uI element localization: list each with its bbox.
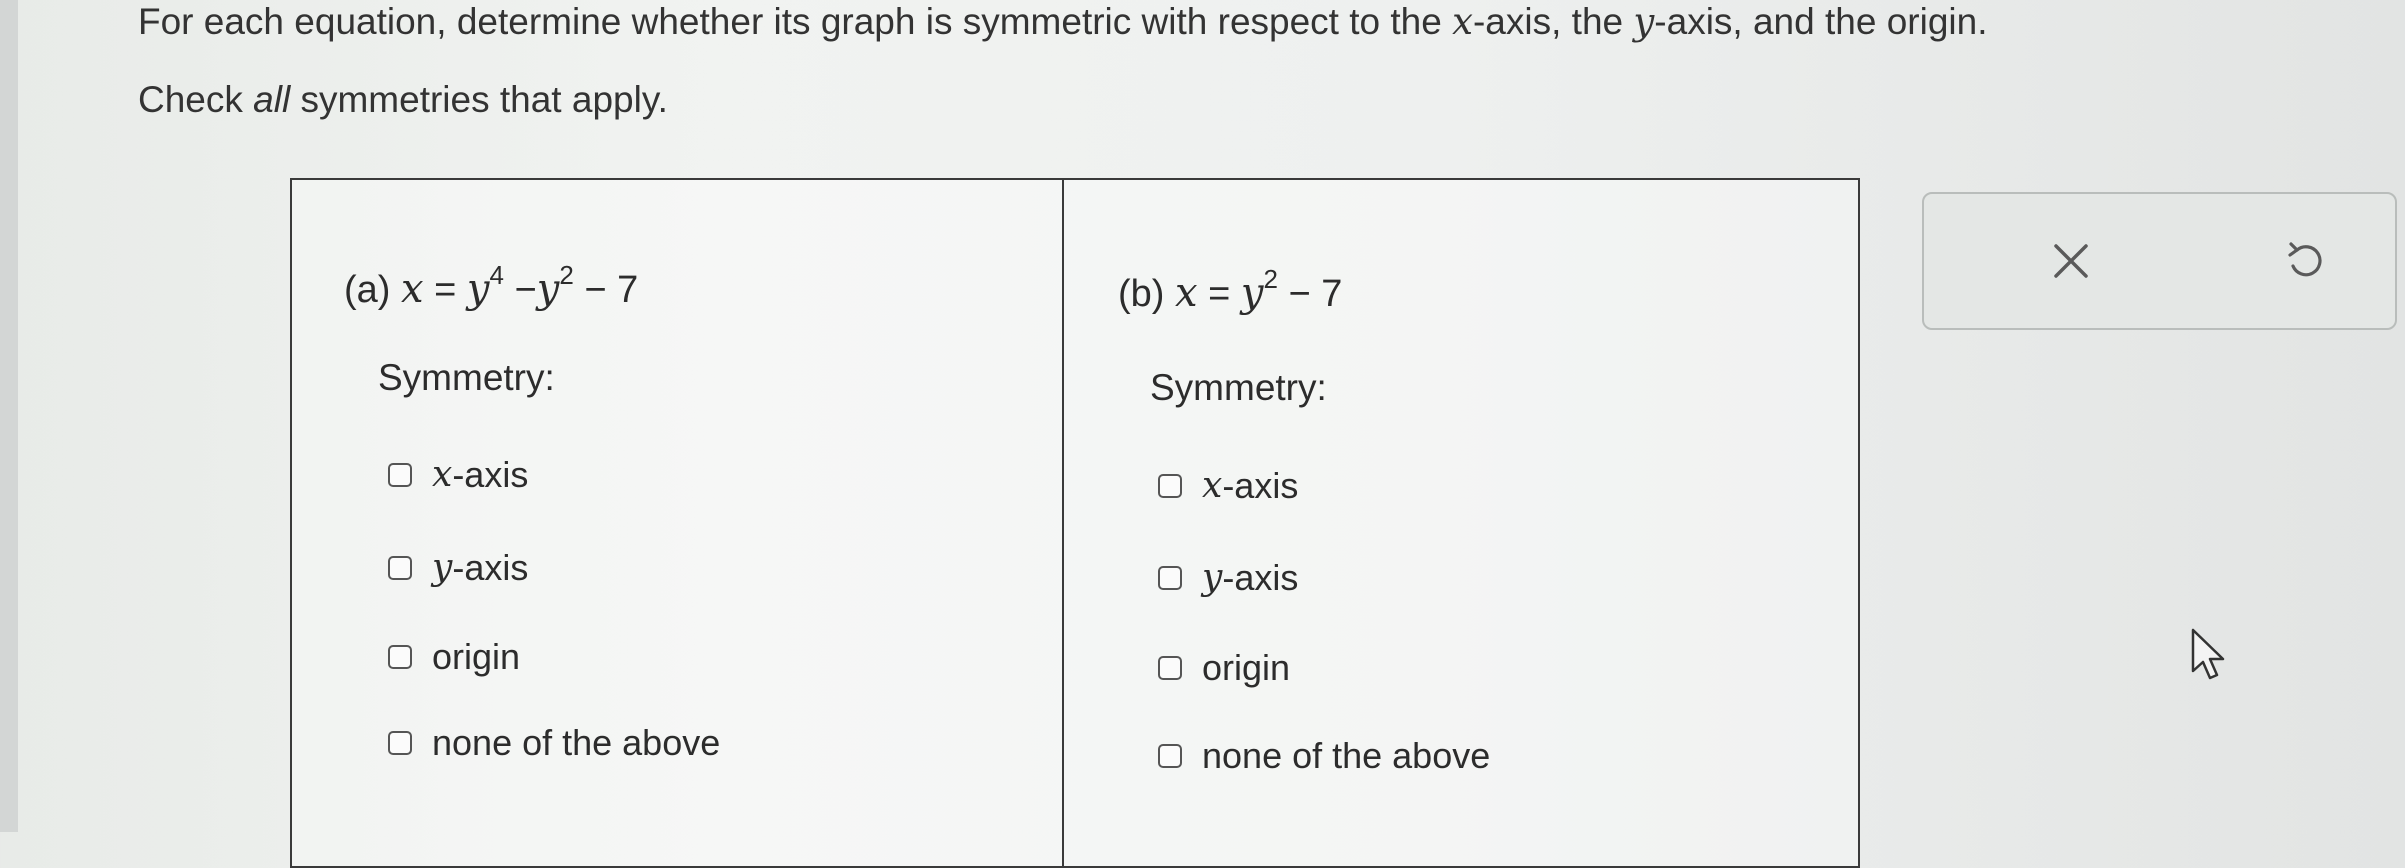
option-a-origin[interactable]: origin	[388, 635, 520, 679]
checkbox[interactable]	[1158, 656, 1182, 680]
checkbox[interactable]	[1158, 566, 1182, 590]
checkbox[interactable]	[388, 463, 412, 487]
answer-toolbar	[1922, 192, 2397, 330]
close-icon	[2054, 244, 2088, 278]
checkbox[interactable]	[1158, 474, 1182, 498]
equation-b: (b) x = y2 − 7	[1118, 264, 1343, 316]
option-b-none[interactable]: none of the above	[1158, 734, 1490, 778]
checkbox[interactable]	[1158, 744, 1182, 768]
undo-button[interactable]	[2260, 216, 2350, 306]
screen-edge	[0, 0, 18, 832]
option-a-x-axis[interactable]: x -axis	[388, 453, 528, 497]
instruction-check-all: Check all symmetries that apply.	[138, 79, 668, 120]
clear-button[interactable]	[2026, 216, 2116, 306]
question-panel: (a) x = y4 −y2 − 7 Symmetry: x -axis y -ax…	[290, 178, 1860, 868]
column-divider	[1062, 180, 1064, 866]
checkbox[interactable]	[388, 645, 412, 669]
undo-icon	[2288, 242, 2322, 277]
option-a-y-axis[interactable]: y -axis	[388, 546, 528, 590]
checkbox[interactable]	[388, 556, 412, 580]
instruction-text: For each equation, determine whether its…	[138, 0, 1988, 43]
mouse-pointer-icon	[2191, 628, 2225, 680]
symmetry-label-b: Symmetry:	[1150, 367, 1327, 408]
equation-a: (a) x = y4 −y2 − 7	[344, 260, 639, 312]
option-b-x-axis[interactable]: x -axis	[1158, 464, 1298, 508]
checkbox[interactable]	[388, 731, 412, 755]
symmetry-label-a: Symmetry:	[378, 357, 555, 398]
option-b-y-axis[interactable]: y -axis	[1158, 556, 1298, 600]
option-b-origin[interactable]: origin	[1158, 646, 1290, 690]
option-a-none[interactable]: none of the above	[388, 721, 720, 765]
